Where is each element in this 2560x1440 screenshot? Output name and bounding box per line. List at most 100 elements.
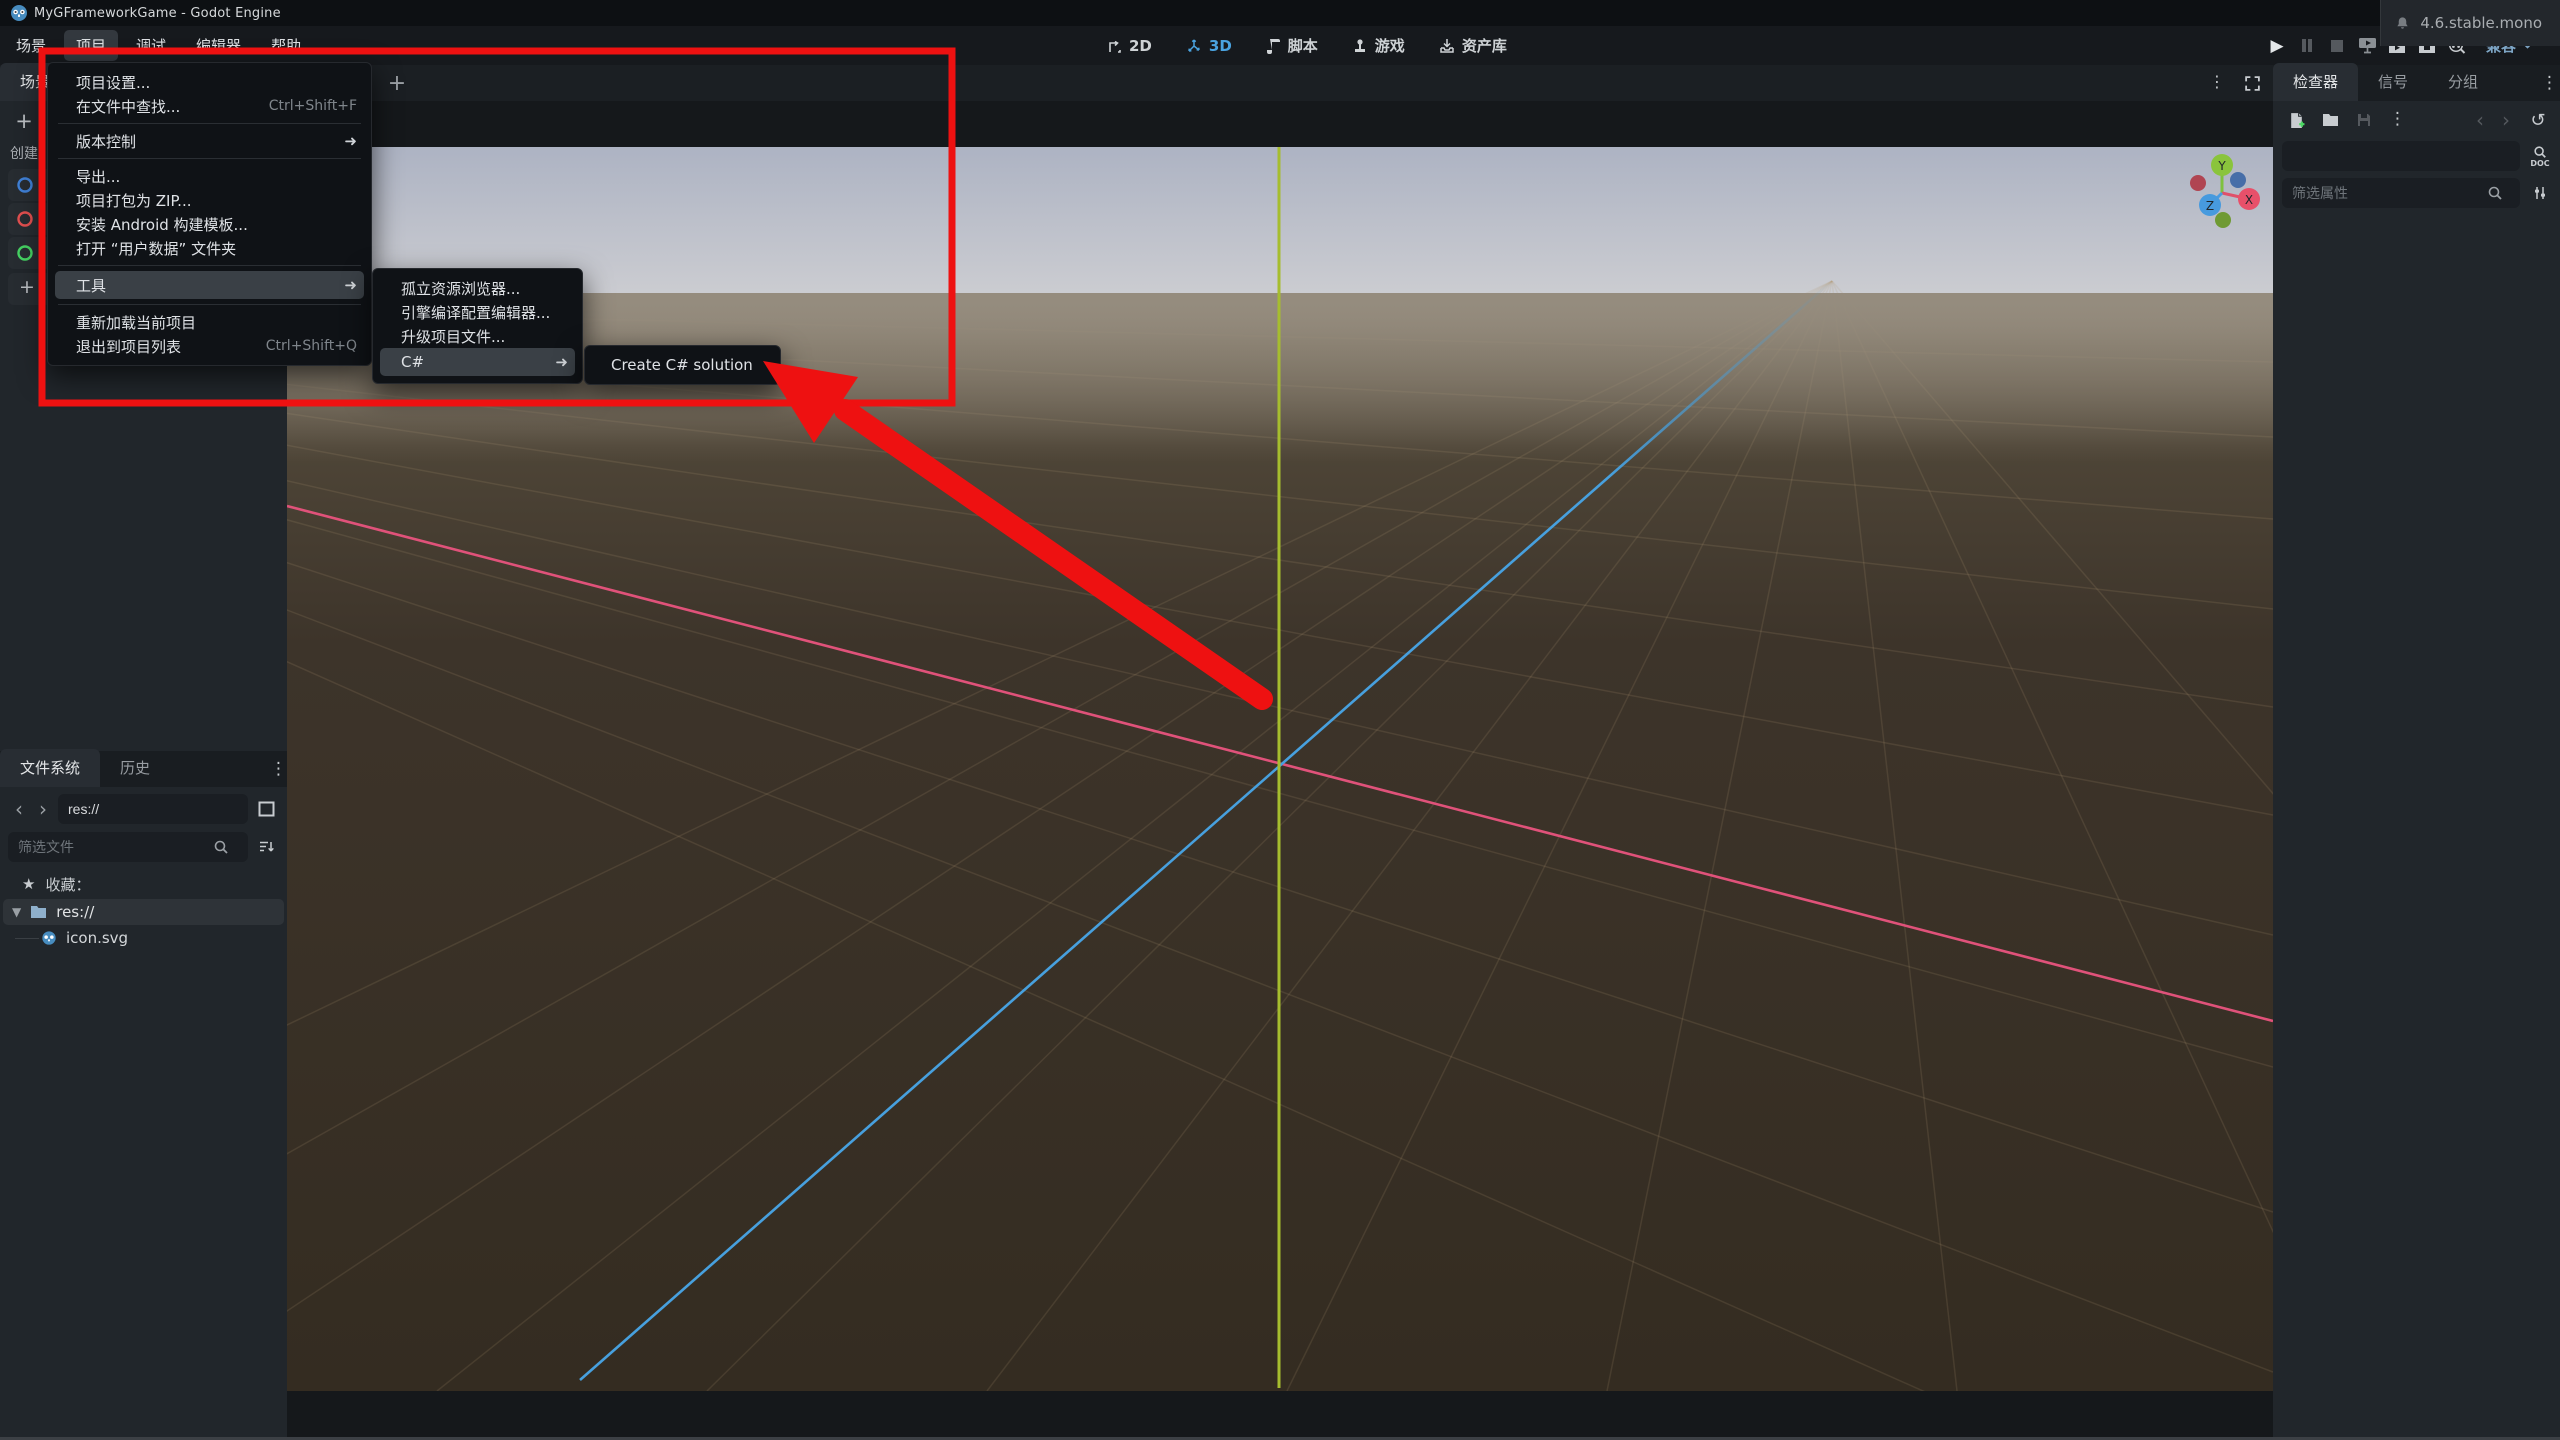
gizmo-x-negative[interactable] <box>2190 175 2206 191</box>
distraction-free-icon[interactable] <box>2239 71 2265 95</box>
tab-history[interactable]: 历史 <box>100 749 170 787</box>
scene-tabs-menu-icon[interactable]: ⋮ <box>2209 74 2225 90</box>
tab-3d[interactable]: 3D <box>1186 37 1232 55</box>
menu-item-version-control[interactable]: 版本控制 ➜ <box>48 129 371 153</box>
file-filter-box <box>8 832 248 862</box>
search-icon <box>2488 186 2502 200</box>
favorites-row: ★ 收藏： <box>22 873 90 895</box>
load-resource-icon[interactable] <box>2317 107 2343 133</box>
menu-editor[interactable]: 编辑器 <box>184 30 253 61</box>
tab-2d[interactable]: 2D <box>1106 37 1152 55</box>
menu-separator <box>58 265 361 266</box>
tab-signals[interactable]: 信号 <box>2358 63 2428 101</box>
menu-item-create-csharp-solution[interactable]: Create C# solution <box>585 353 780 377</box>
workspace-switcher: 2D 3D 脚本 游戏 资产库 <box>1106 26 1541 65</box>
menu-item-open-user-data[interactable]: 打开 “用户数据” 文件夹 <box>48 236 371 260</box>
tab-inspector[interactable]: 检查器 <box>2273 63 2359 101</box>
star-icon: ★ <box>22 875 36 893</box>
menu-project[interactable]: 项目 <box>64 30 119 61</box>
pause-button[interactable] <box>2292 33 2322 59</box>
csharp-submenu-popup: Create C# solution <box>584 345 781 385</box>
filesystem-dock-tabs: 文件系统 历史 <box>0 749 287 787</box>
gizmo-y-label: Y <box>2217 159 2226 173</box>
inspector-dock-tabs: 检查器 信号 分组 <box>2273 63 2560 101</box>
menu-item-upgrade-project-files[interactable]: 升级项目文件... <box>373 324 582 348</box>
nav-back-icon[interactable]: ‹ <box>8 795 30 823</box>
property-filter-box <box>2282 178 2520 208</box>
chevron-expanded-icon[interactable]: ▼ <box>12 905 21 919</box>
tab-script[interactable]: 脚本 <box>1266 35 1318 56</box>
tree-file-label: icon.svg <box>66 929 129 947</box>
sort-files-icon[interactable] <box>252 833 280 861</box>
menu-separator <box>58 158 361 159</box>
3d-icon <box>1188 38 1200 52</box>
save-icon[interactable] <box>2351 107 2377 133</box>
3d-scene-icon <box>17 211 33 227</box>
resource-options-icon[interactable]: ⋮ <box>2389 111 2406 128</box>
gizmo-y-negative[interactable] <box>2215 212 2231 228</box>
new-resource-icon[interactable] <box>2283 107 2309 133</box>
2d-icon <box>1109 40 1121 53</box>
tree-row-res[interactable]: ▼ res:// <box>3 899 284 925</box>
play-scene-button[interactable] <box>2352 33 2382 59</box>
menu-item-csharp[interactable]: C# ➜ <box>380 348 575 376</box>
menu-separator <box>58 304 361 305</box>
menu-item-tools[interactable]: 工具 ➜ <box>55 271 364 299</box>
menu-item-find-in-files[interactable]: 在文件中查找... Ctrl+Shift+F <box>48 94 371 118</box>
menu-item-install-android[interactable]: 安装 Android 构建模板... <box>48 212 371 236</box>
ui-scene-icon <box>17 245 33 261</box>
menu-item-project-settings[interactable]: 项目设置... <box>48 70 371 94</box>
menu-scene[interactable]: 场景 <box>4 30 58 61</box>
create-root-label: 创建 <box>10 146 38 162</box>
tab-groups[interactable]: 分组 <box>2428 63 2498 101</box>
menu-debug[interactable]: 调试 <box>124 30 178 61</box>
gizmo-z-label: Z <box>2206 199 2214 213</box>
favorites-label: 收藏： <box>45 875 91 894</box>
viewport-3d[interactable]: Y X Z <box>287 147 2273 1391</box>
tree-row-icon-svg[interactable]: icon.svg <box>3 926 284 950</box>
title-bar: MyGFrameworkGame - Godot Engine — ✕ <box>0 0 2560 26</box>
plus-icon: + <box>19 276 35 298</box>
version-label: 4.6.stable.mono <box>2420 14 2542 32</box>
tab-assetlib[interactable]: 资产库 <box>1439 35 1507 56</box>
menu-item-pack-zip[interactable]: 项目打包为 ZIP... <box>48 188 371 212</box>
filesystem-menu-icon[interactable]: ⋮ <box>270 761 287 778</box>
assetlib-icon <box>1440 38 1454 53</box>
version-button[interactable]: 4.6.stable.mono <box>2380 0 2560 46</box>
bell-icon <box>2397 17 2408 29</box>
file-filter-input[interactable] <box>18 833 213 861</box>
tree-res-label: res:// <box>56 903 95 921</box>
play-button[interactable]: ▶ <box>2262 33 2292 59</box>
filesystem-dock: 文件系统 历史 ⋮ ‹ › ★ 收藏： ▼ res:// <box>0 749 287 1440</box>
menu-bar: 场景 项目 调试 编辑器 帮助 2D 3D 脚本 游戏 资产库 ▶ 兼容 <box>0 26 2560 65</box>
menu-item-orphan-resources[interactable]: 孤立资源浏览器... <box>373 276 582 300</box>
history-back-icon[interactable]: ‹ <box>2469 107 2491 133</box>
nav-forward-icon[interactable]: › <box>32 795 54 823</box>
path-field[interactable] <box>58 794 248 824</box>
menu-help[interactable]: 帮助 <box>259 30 313 61</box>
edit-history-icon[interactable]: ↺ <box>2525 107 2551 133</box>
add-node-button[interactable]: + <box>8 107 40 135</box>
stop-button[interactable] <box>2322 33 2352 59</box>
inspector-object-field <box>2282 141 2520 171</box>
project-menu-popup: 项目设置... 在文件中查找... Ctrl+Shift+F 版本控制 ➜ 导出..… <box>47 62 372 366</box>
split-view-icon[interactable] <box>252 795 280 823</box>
inspector-menu-icon[interactable]: ⋮ <box>2541 75 2558 92</box>
menu-item-quit-to-list[interactable]: 退出到项目列表 Ctrl+Shift+Q <box>48 334 371 358</box>
tab-filesystem[interactable]: 文件系统 <box>0 749 101 787</box>
open-docs-icon[interactable]: DOC <box>2526 141 2554 171</box>
history-forward-icon[interactable]: › <box>2495 107 2517 133</box>
menu-item-engine-compile-config[interactable]: 引擎编译配置编辑器... <box>373 300 582 324</box>
search-icon <box>214 840 228 854</box>
gizmo-z-negative[interactable] <box>2230 172 2246 188</box>
tab-game[interactable]: 游戏 <box>1352 35 1405 56</box>
menu-item-export[interactable]: 导出... <box>48 164 371 188</box>
menu-item-reload-project[interactable]: 重新加载当前项目 <box>48 310 371 334</box>
doc-label: DOC <box>2530 158 2550 168</box>
godot-logo-icon <box>10 4 28 22</box>
property-tools-icon[interactable] <box>2526 179 2554 207</box>
tree-line <box>15 937 39 939</box>
2d-scene-icon <box>17 177 33 193</box>
property-filter-input[interactable] <box>2292 179 2487 207</box>
new-scene-tab-button[interactable]: + <box>383 69 411 97</box>
